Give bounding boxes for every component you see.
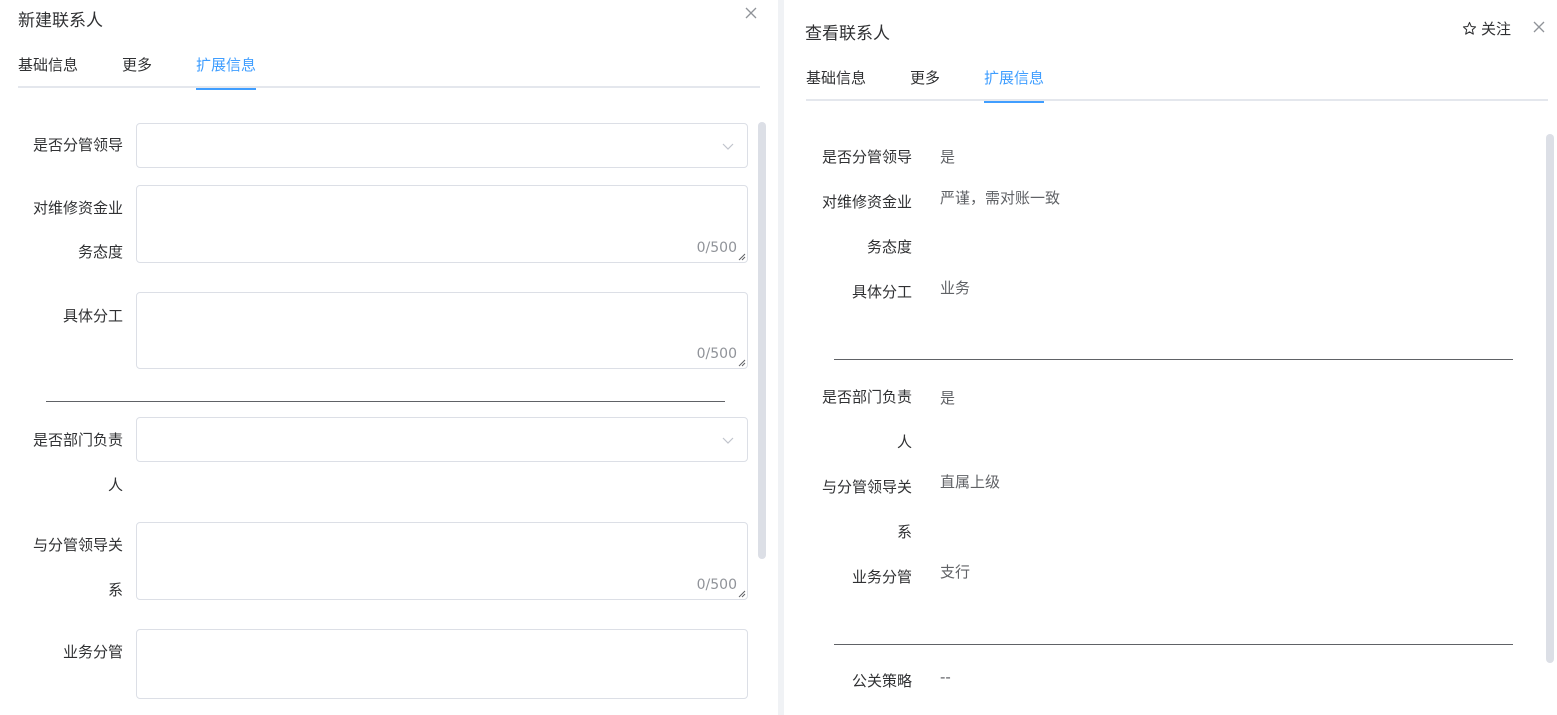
detail-label-line1: 与分管领导关: [821, 478, 912, 496]
dept-head-select[interactable]: [136, 417, 748, 462]
repair-fund-attitude-textarea[interactable]: 0/500: [136, 185, 748, 263]
field-label-line1: 是否部门负责: [32, 431, 123, 449]
section-divider: [834, 644, 1513, 645]
drawer-title: 新建联系人: [18, 11, 103, 31]
detail-value: 支行: [940, 563, 971, 581]
division-of-work-textarea[interactable]: 0/500: [136, 292, 748, 369]
form-row-dept-head: 是否部门负责 人: [0, 417, 760, 507]
star-outline-icon: [1462, 21, 1477, 35]
chevron-down-icon: [722, 437, 734, 444]
resize-grip-icon[interactable]: [736, 251, 746, 261]
char-counter: 0/500: [696, 240, 737, 256]
detail-label: 业务分管: [851, 568, 912, 586]
form-row-supervisor-leader: 是否分管领导: [0, 123, 760, 168]
resize-grip-icon[interactable]: [736, 357, 746, 367]
field-label: 具体分工: [62, 307, 123, 325]
resize-grip-icon[interactable]: [736, 588, 746, 598]
chevron-down-icon: [722, 143, 734, 150]
tab-bar: 基础信息 更多 扩展信息: [806, 65, 1548, 103]
form-row-division-of-work: 具体分工 0/500: [0, 292, 760, 370]
detail-label-line2: 务态度: [866, 238, 912, 256]
detail-value: 业务: [940, 279, 971, 297]
field-label-line1: 与分管领导关: [32, 536, 123, 554]
form-row-business-area: 业务分管: [0, 629, 760, 715]
tab-more[interactable]: 更多: [910, 65, 940, 101]
scrollbar-thumb[interactable]: [1546, 134, 1554, 663]
follow-button[interactable]: 关注: [1462, 18, 1511, 39]
detail-value: 严谨，需对账一致: [940, 189, 1061, 207]
relation-to-leader-textarea[interactable]: 0/500: [136, 522, 748, 600]
detail-value: 是: [940, 148, 956, 166]
form-row-repair-fund-attitude: 对维修资金业 务态度 0/500: [0, 185, 760, 275]
field-label-line2: 系: [107, 581, 123, 599]
follow-label: 关注: [1481, 20, 1512, 38]
field-label-line1: 对维修资金业: [32, 199, 123, 217]
section-divider: [46, 401, 725, 402]
tab-extended-info[interactable]: 扩展信息: [984, 65, 1045, 103]
detail-label-line2: 人: [896, 433, 912, 451]
detail-label-line1: 对维修资金业: [821, 193, 912, 211]
field-label: 业务分管: [62, 643, 123, 661]
new-contact-drawer: 新建联系人 基础信息 更多 扩展信息 是否分管领导 对维修资金业 务态度 0/5…: [0, 0, 778, 715]
detail-label: 具体分工: [851, 283, 912, 301]
scrollbar-thumb[interactable]: [758, 122, 766, 559]
tab-bar: 基础信息 更多 扩展信息: [18, 52, 760, 90]
detail-label-line1: 是否部门负责: [821, 388, 912, 406]
business-area-textarea[interactable]: [136, 629, 748, 699]
form-row-relation-to-leader: 与分管领导关 系 0/500: [0, 522, 760, 612]
field-label-line2: 人: [107, 476, 123, 494]
detail-label-line2: 系: [896, 523, 912, 541]
field-label-line2: 务态度: [77, 243, 123, 261]
close-icon[interactable]: [743, 5, 759, 21]
view-contact-drawer: 查看联系人 关注 基础信息 更多 扩展信息 是否分管领导 是 对维修资金业 务态…: [784, 0, 1557, 715]
tab-basic-info[interactable]: 基础信息: [18, 52, 78, 88]
char-counter: 0/500: [696, 346, 737, 362]
detail-value: --: [940, 668, 951, 686]
tab-basic-info[interactable]: 基础信息: [806, 65, 866, 101]
detail-value: 是: [940, 389, 956, 407]
supervisor-leader-select[interactable]: [136, 123, 748, 168]
detail-label: 是否分管领导: [821, 148, 912, 166]
drawer-title: 查看联系人: [805, 24, 890, 44]
tab-extended-info[interactable]: 扩展信息: [196, 52, 257, 90]
tab-more[interactable]: 更多: [122, 52, 152, 88]
char-counter: 0/500: [696, 577, 737, 593]
close-icon[interactable]: [1531, 19, 1547, 35]
detail-label: 公关策略: [851, 672, 912, 690]
section-divider: [834, 359, 1513, 360]
detail-value: 直属上级: [940, 473, 1001, 491]
field-label: 是否分管领导: [32, 136, 123, 154]
